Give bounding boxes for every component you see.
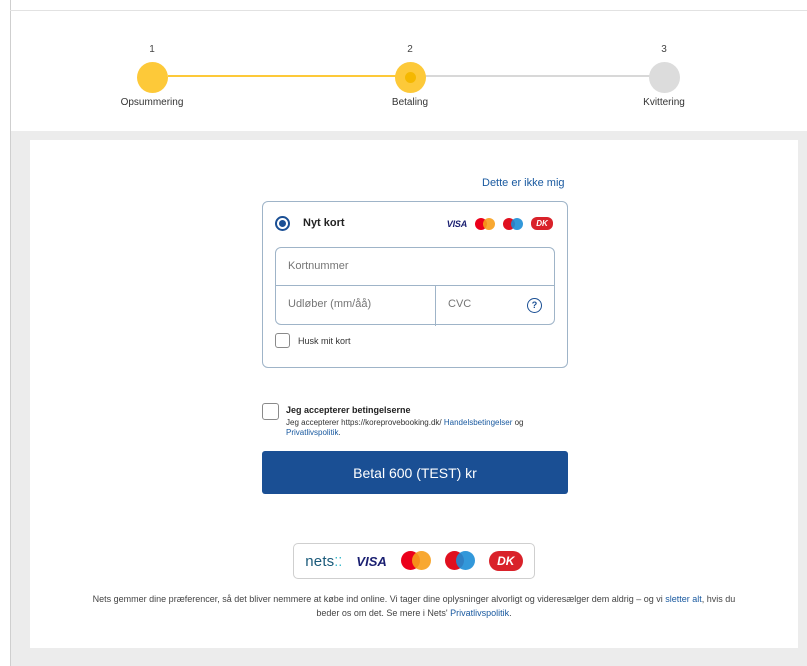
nets-logo-box: nets⁚⁚ VISA DK xyxy=(293,543,535,579)
pay-button[interactable]: Betal 600 (TEST) kr xyxy=(262,451,568,494)
nets-dots-icon: ⁚⁚ xyxy=(334,554,343,569)
mastercard-icon xyxy=(475,217,495,230)
maestro-icon xyxy=(444,551,475,571)
new-card-radio[interactable] xyxy=(275,216,290,231)
card-details-row: ? xyxy=(276,286,554,326)
card-number-input[interactable] xyxy=(288,260,418,272)
cvc-field: ? xyxy=(436,286,554,326)
terms-text-mid: og xyxy=(512,418,524,427)
new-card-label: Nyt kort xyxy=(303,217,345,229)
step-circle xyxy=(394,62,426,93)
step-number: 1 xyxy=(149,44,155,55)
help-icon[interactable]: ? xyxy=(527,298,542,313)
visa-icon: VISA xyxy=(356,553,387,569)
checkout-stepper: 1 Opsummering 2 Betaling 3 Kvittering xyxy=(0,0,807,130)
not-me-link[interactable]: Dette er ikke mig xyxy=(482,177,565,189)
step-label: Opsummering xyxy=(120,97,184,108)
step-receipt: 3 Kvittering xyxy=(604,44,724,108)
step-circle xyxy=(136,62,168,93)
accept-terms-checkbox[interactable] xyxy=(262,403,279,420)
terms-text: Jeg accepterer https://koreprovebooking.… xyxy=(286,418,571,438)
visa-icon: VISA xyxy=(446,218,467,229)
step-payment: 2 Betaling xyxy=(350,44,470,108)
dankort-icon: DK xyxy=(531,217,553,230)
expiry-input[interactable] xyxy=(288,298,418,310)
footer-text-3: . xyxy=(509,608,512,618)
nets-disclaimer: Nets gemmer dine præferencer, så det bli… xyxy=(90,592,738,620)
remember-card-checkbox[interactable] xyxy=(275,333,290,348)
expiry-field xyxy=(276,286,436,326)
step-circle xyxy=(648,62,680,93)
nets-logo-text: nets xyxy=(305,552,335,570)
card-brands: VISA DK xyxy=(447,217,553,230)
footer-text-1: Nets gemmer dine præferencer, så det bli… xyxy=(92,594,666,604)
terms-text-suffix: . xyxy=(338,428,341,437)
dankort-icon: DK xyxy=(488,551,523,571)
step-summary[interactable]: 1 Opsummering xyxy=(92,44,212,108)
card-number-row xyxy=(276,248,554,286)
nets-privacy-link[interactable]: Privatlivspolitik xyxy=(450,608,509,618)
delete-data-link[interactable]: sletter alt xyxy=(665,594,702,604)
step-label: Betaling xyxy=(391,97,429,108)
terms-conditions-link[interactable]: Handelsbetingelser xyxy=(444,418,513,427)
mastercard-icon xyxy=(400,551,431,571)
remember-card-label: Husk mit kort xyxy=(298,336,351,346)
nets-logo: nets⁚⁚ xyxy=(305,553,342,570)
card-fields: ? xyxy=(275,247,555,326)
step-label: Kvittering xyxy=(643,97,685,108)
cvc-input[interactable] xyxy=(448,298,508,310)
terms-title: Jeg accepterer betingelserne xyxy=(286,405,411,415)
step-number: 2 xyxy=(407,44,413,55)
maestro-icon xyxy=(503,217,523,230)
terms-text-prefix: Jeg accepterer https://koreprovebooking.… xyxy=(286,418,444,427)
payment-method-box: Nyt kort VISA DK ? Husk mit kort xyxy=(262,201,568,368)
step-number: 3 xyxy=(661,44,667,55)
privacy-policy-link[interactable]: Privatlivspolitik xyxy=(286,428,338,437)
